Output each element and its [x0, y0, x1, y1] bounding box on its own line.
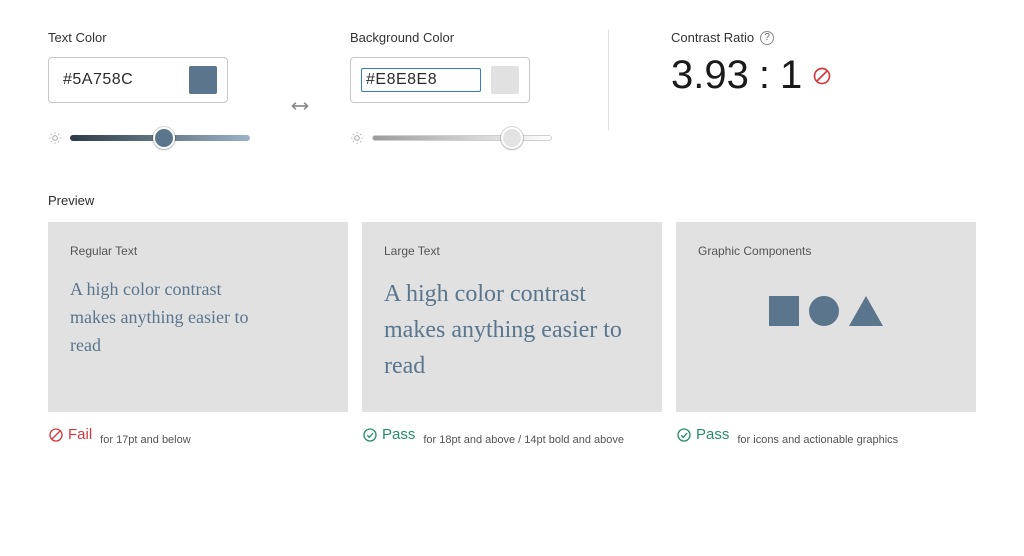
vertical-divider: [608, 30, 609, 130]
preview-card-regular: Regular Text A high color contrast makes…: [48, 222, 348, 412]
card-title-regular: Regular Text: [70, 244, 326, 258]
swap-colors-button[interactable]: [290, 99, 310, 113]
card-title-large: Large Text: [384, 244, 640, 258]
result-large-status: Pass: [382, 426, 415, 443]
background-color-label: Background Color: [350, 30, 552, 45]
text-color-input-box[interactable]: #5A758C: [48, 57, 228, 103]
result-row: Fail for 17pt and below Pass for 18pt an…: [48, 426, 976, 446]
contrast-ratio-section: Contrast Ratio ? 3.93 : 1: [671, 30, 832, 98]
text-color-swatch[interactable]: [189, 66, 217, 94]
contrast-ratio-value: 3.93: [671, 53, 749, 98]
pass-icon: [676, 427, 692, 443]
result-large-desc: for 18pt and above / 14pt bold and above: [423, 434, 624, 446]
result-regular-status: Fail: [68, 426, 92, 443]
background-color-hex[interactable]: #E8E8E8: [361, 68, 481, 92]
result-graphic: Pass for icons and actionable graphics: [676, 426, 976, 446]
fail-icon: [812, 66, 832, 86]
contrast-ratio-one: 1: [780, 53, 802, 98]
triangle-icon: [849, 296, 883, 326]
sample-text-regular: A high color contrast makes anything eas…: [70, 276, 270, 360]
circle-icon: [809, 296, 839, 326]
contrast-ratio-sep: :: [759, 53, 770, 98]
brightness-icon: [48, 131, 62, 145]
result-graphic-status: Pass: [696, 426, 729, 443]
text-color-label: Text Color: [48, 30, 250, 45]
result-regular-desc: for 17pt and below: [100, 434, 191, 446]
text-color-hex[interactable]: #5A758C: [59, 69, 179, 91]
background-color-swatch[interactable]: [491, 66, 519, 94]
preview-cards: Regular Text A high color contrast makes…: [48, 222, 976, 412]
card-title-graphic: Graphic Components: [698, 244, 954, 258]
result-regular: Fail for 17pt and below: [48, 426, 348, 446]
text-color-lightness-slider[interactable]: [70, 135, 250, 141]
result-graphic-desc: for icons and actionable graphics: [737, 434, 898, 446]
background-color-input-box[interactable]: #E8E8E8: [350, 57, 530, 103]
fail-icon: [48, 427, 64, 443]
help-icon[interactable]: ?: [760, 31, 774, 45]
result-large: Pass for 18pt and above / 14pt bold and …: [362, 426, 662, 446]
contrast-ratio-label: Contrast Ratio: [671, 30, 754, 45]
preview-card-large: Large Text A high color contrast makes a…: [362, 222, 662, 412]
background-color-lightness-slider[interactable]: [372, 135, 552, 141]
sample-text-large: A high color contrast makes anything eas…: [384, 276, 640, 384]
square-icon: [769, 296, 799, 326]
pass-icon: [362, 427, 378, 443]
preview-label: Preview: [48, 193, 976, 208]
sample-shapes: [698, 296, 954, 326]
preview-card-graphic: Graphic Components: [676, 222, 976, 412]
brightness-icon: [350, 131, 364, 145]
text-color-column: Text Color #5A758C: [48, 30, 250, 145]
background-color-column: Background Color #E8E8E8: [350, 30, 552, 145]
